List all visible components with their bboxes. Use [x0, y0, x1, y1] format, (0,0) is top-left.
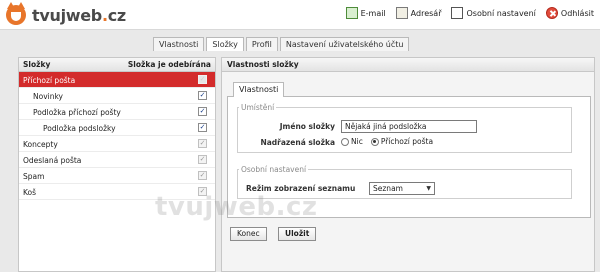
subscribe-checkbox: ✓ — [198, 75, 207, 84]
list-mode-select[interactable]: Seznam ▼ — [369, 182, 435, 195]
folder-name: Odeslaná pošta — [23, 156, 82, 165]
mail-icon — [345, 7, 358, 19]
subscribe-checkbox[interactable]: ✓ — [198, 123, 207, 132]
address-book-icon — [395, 7, 408, 19]
tab-folder-properties[interactable]: Vlastnosti — [233, 82, 285, 97]
logout-icon — [545, 7, 558, 19]
subscribe-checkbox: ✓ — [198, 171, 207, 180]
subscribe-checkbox: ✓ — [198, 139, 207, 148]
folder-name: Spam — [23, 172, 45, 181]
folder-row[interactable]: Odeslaná pošta ✓ — [19, 152, 215, 168]
folder-row[interactable]: Příchozí pošta ✓ — [19, 72, 215, 88]
folder-name-input[interactable]: Nějaká jiná podsložka — [341, 120, 477, 133]
top-navigation: E-mail Adresář Osobní nastavení Odhlásit — [345, 7, 594, 19]
brand-logo[interactable]: tvujweb.cz — [6, 2, 126, 25]
header-bar: tvujweb.cz E-mail Adresář Osobní nastave… — [0, 0, 600, 30]
personal-settings-icon — [451, 7, 464, 19]
tab-folders[interactable]: Složky — [206, 37, 244, 51]
folder-row[interactable]: Podložka podsložky ✓ — [19, 120, 215, 136]
topnav-personal-settings[interactable]: Osobní nastavení — [451, 7, 536, 19]
personal-settings-fieldset: Osobní nastavení Režim zobrazení seznamu… — [237, 165, 572, 199]
tab-account-settings[interactable]: Nastavení uživatelského účtu — [279, 37, 410, 51]
location-legend: Umístění — [241, 103, 275, 112]
folder-name: Koncepty — [23, 140, 58, 149]
subscribe-checkbox[interactable]: ✓ — [198, 91, 207, 100]
folder-name-label: Jméno složky — [279, 122, 335, 131]
folder-list-header: Složky Složka je odebírána — [19, 58, 215, 72]
folder-properties-title: Vlastnosti složky — [222, 58, 594, 72]
folder-name: Příchozí pošta — [23, 76, 76, 85]
topnav-logout[interactable]: Odhlásit — [545, 7, 594, 19]
fox-logo-icon — [6, 2, 26, 25]
folder-list-panel: Složky Složka je odebírána Příchozí pošt… — [18, 57, 216, 272]
subscribe-checkbox[interactable]: ✓ — [198, 107, 207, 116]
settings-tabs: Vlastnosti Složky Profil Nastavení uživa… — [153, 37, 410, 51]
parent-inbox-radio[interactable]: Příchozí pošta — [370, 137, 433, 146]
subscribe-checkbox: ✓ — [198, 187, 207, 196]
list-mode-label: Režim zobrazení seznamu — [246, 184, 356, 193]
folder-name: Novinky — [33, 92, 63, 101]
topnav-address-book[interactable]: Adresář — [395, 7, 441, 19]
subscribe-checkbox: ✓ — [198, 155, 207, 164]
folder-row[interactable]: Podložka příchozí pošty ✓ — [19, 104, 215, 120]
chevron-down-icon: ▼ — [426, 185, 431, 192]
parent-folder-label: Nadřazená složka — [260, 138, 335, 147]
folder-name: Koš — [23, 188, 37, 197]
folder-properties-form: Umístění Jméno složky Nějaká jiná podslo… — [227, 96, 591, 218]
brand-name: tvujweb.cz — [32, 5, 126, 25]
folder-name: Podložka příchozí pošty — [33, 108, 121, 117]
location-fieldset: Umístění Jméno složky Nějaká jiná podslo… — [237, 103, 572, 153]
folder-row[interactable]: Koncepty ✓ — [19, 136, 215, 152]
radio-inbox-dot — [370, 137, 379, 146]
radio-none-dot — [341, 137, 349, 146]
parent-none-radio[interactable]: Nic — [341, 137, 363, 146]
tab-properties[interactable]: Vlastnosti — [153, 37, 205, 51]
subscribed-column-header: Složka je odebírána — [127, 60, 211, 69]
personal-settings-legend: Osobní nastavení — [241, 165, 307, 174]
topnav-email[interactable]: E-mail — [345, 7, 386, 19]
tab-profile[interactable]: Profil — [245, 37, 278, 51]
parent-folder-radio-group: Nic Příchozí pošta — [341, 137, 433, 146]
save-button[interactable]: Uložit — [278, 227, 317, 241]
cancel-button[interactable]: Konec — [230, 227, 267, 241]
folder-list: Příchozí pošta ✓ Novinky ✓ Podložka příchozí… — [19, 72, 215, 200]
folder-properties-panel: Vlastnosti složky Vlastnosti Umístění Jm… — [221, 57, 595, 272]
folder-row[interactable]: Novinky ✓ — [19, 88, 215, 104]
folder-row[interactable]: Koš ✓ — [19, 184, 215, 200]
folder-row[interactable]: Spam ✓ — [19, 168, 215, 184]
folder-name: Podložka podsložky — [43, 124, 116, 133]
folders-column-header: Složky — [23, 60, 51, 69]
